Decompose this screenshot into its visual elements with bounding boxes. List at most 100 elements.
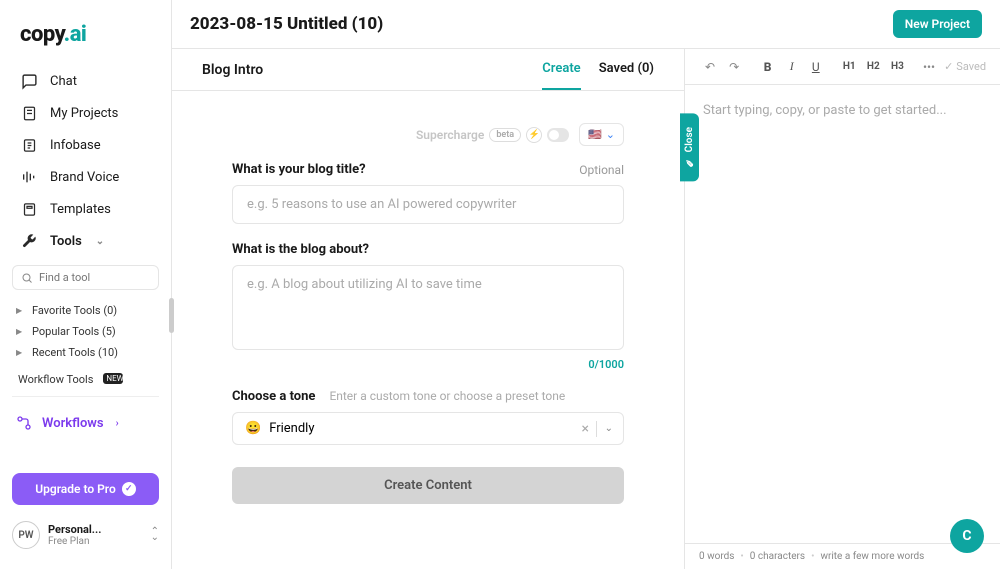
undo-button[interactable]: ↶ — [699, 55, 721, 79]
about-textarea[interactable] — [232, 265, 624, 350]
title-label: What is your blog title? Optional — [232, 162, 624, 177]
logo-suffix: .ai — [64, 22, 87, 47]
char-count: 0 characters — [750, 551, 805, 562]
primary-nav: Chat My Projects Infobase Brand Voice Te… — [0, 65, 171, 257]
tool-group-popular-label: Popular Tools (5) — [32, 325, 116, 338]
main: 2023-08-15 Untitled (10) New Project Blo… — [172, 0, 1000, 569]
sidebar: copy.ai Chat My Projects Infobase Brand … — [0, 0, 172, 569]
divider — [12, 396, 159, 397]
brandvoice-icon — [20, 168, 38, 186]
page-title: 2023-08-15 Untitled (10) — [190, 14, 383, 34]
about-label: What is the blog about? — [232, 242, 624, 257]
check-icon: ✓ — [944, 60, 953, 73]
chevron-down-icon: ⌄ — [96, 236, 104, 247]
chevron-down-icon: ⌄ — [606, 128, 615, 141]
tone-value: Friendly — [269, 421, 314, 436]
logo[interactable]: copy.ai — [0, 12, 171, 65]
nav-tools-label: Tools — [50, 234, 82, 249]
tool-tabs: Create Saved (0) — [542, 49, 654, 90]
tool-group-recent-label: Recent Tools (10) — [32, 346, 118, 359]
upgrade-label: Upgrade to Pro — [35, 482, 116, 496]
upgrade-button[interactable]: Upgrade to Pro ✓ — [12, 473, 159, 505]
tool-title: Blog Intro — [202, 62, 263, 78]
about-label-text: What is the blog about? — [232, 242, 369, 257]
nav-tools[interactable]: Tools ⌄ — [12, 225, 159, 257]
nav-projects[interactable]: My Projects — [12, 97, 159, 129]
saved-label: Saved — [956, 60, 986, 73]
nav-projects-label: My Projects — [50, 106, 118, 121]
tool-groups: ▶Favorite Tools (0) ▶ Popular Tools (5) ▶… — [0, 298, 171, 365]
nav-templates[interactable]: Templates — [12, 193, 159, 225]
logo-brand: copy — [20, 22, 64, 47]
footer-hint: write a few more words — [820, 551, 924, 562]
account-plan: Free Plan — [48, 536, 143, 547]
account-switcher[interactable]: PW Personal... Free Plan ⌃⌄ — [0, 513, 171, 557]
tools-icon — [20, 232, 38, 250]
tool-group-workflow-label: Workflow Tools — [18, 373, 93, 386]
tone-emoji: 😀 — [245, 421, 261, 436]
tool-group-popular[interactable]: ▶ Popular Tools (5) — [10, 321, 161, 342]
new-project-button[interactable]: New Project — [893, 10, 982, 38]
tool-group-recent[interactable]: ▶Recent Tools (10) — [10, 342, 161, 363]
editor-body[interactable]: Start typing, copy, or paste to get star… — [685, 85, 1000, 543]
nav-templates-label: Templates — [50, 202, 111, 217]
clear-tone-button[interactable]: × — [582, 421, 589, 437]
account-info: Personal... Free Plan — [48, 523, 143, 547]
h3-button[interactable]: H3 — [886, 55, 908, 79]
editor-toolbar: ↶ ↷ B I U H1 H2 H3 ••• ✓ Saved — [685, 49, 1000, 85]
templates-icon — [20, 200, 38, 218]
bold-button[interactable]: B — [757, 55, 779, 79]
title-input[interactable] — [232, 185, 624, 224]
topbar: 2023-08-15 Untitled (10) New Project — [172, 0, 1000, 49]
create-content-button[interactable]: Create Content — [232, 467, 624, 504]
tool-group-favorite[interactable]: ▶Favorite Tools (0) — [10, 300, 161, 321]
chevron-right-icon: ▶ — [16, 327, 24, 336]
chevron-right-icon: › — [116, 418, 119, 429]
word-count: 0 words — [699, 551, 734, 562]
chevron-right-icon: ▶ — [16, 306, 24, 315]
nav-chat[interactable]: Chat — [12, 65, 159, 97]
more-button[interactable]: ••• — [918, 55, 940, 79]
editor-footer: 0 words • 0 characters • write a few mor… — [685, 543, 1000, 569]
tool-panel: Blog Intro Create Saved (0) ✎ Close Supe… — [172, 49, 685, 569]
nav-brandvoice-label: Brand Voice — [50, 170, 119, 185]
dot-icon: • — [740, 551, 743, 562]
tone-row: Choose a tone Enter a custom tone or cho… — [232, 385, 624, 404]
editor-placeholder: Start typing, copy, or paste to get star… — [703, 103, 982, 118]
lightning-icon: ⚡ — [526, 127, 542, 143]
tool-group-workflow[interactable]: Workflow Tools NEW — [0, 365, 171, 386]
chat-fab[interactable]: C — [950, 519, 984, 553]
supercharge-label: Supercharge — [416, 128, 484, 142]
redo-button[interactable]: ↷ — [723, 55, 745, 79]
search-icon — [21, 272, 33, 284]
italic-button[interactable]: I — [781, 55, 803, 79]
workflows-icon — [16, 415, 32, 431]
chat-icon — [20, 72, 38, 90]
close-panel-button[interactable]: ✎ Close — [680, 113, 699, 181]
editor-panel: ↶ ↷ B I U H1 H2 H3 ••• ✓ Saved Start typ — [685, 49, 1000, 569]
language-selector[interactable]: 🇺🇸 ⌄ — [579, 123, 624, 146]
tone-select[interactable]: 😀 Friendly × ⌄ — [232, 412, 624, 445]
close-label: Close — [684, 127, 695, 152]
avatar: PW — [12, 521, 40, 549]
chevron-down-icon[interactable]: ⌄ — [605, 423, 613, 434]
supercharge-toggle[interactable]: Supercharge beta ⚡ — [416, 127, 569, 143]
h2-button[interactable]: H2 — [862, 55, 884, 79]
underline-button[interactable]: U — [805, 55, 827, 79]
nav-infobase[interactable]: Infobase — [12, 129, 159, 161]
content: Blog Intro Create Saved (0) ✎ Close Supe… — [172, 49, 1000, 569]
search-tool[interactable] — [12, 265, 159, 290]
nav-infobase-label: Infobase — [50, 138, 101, 153]
check-icon: ✓ — [122, 482, 136, 496]
tab-saved[interactable]: Saved (0) — [599, 49, 654, 90]
tab-create[interactable]: Create — [542, 49, 580, 90]
projects-icon — [20, 104, 38, 122]
flag-icon: 🇺🇸 — [588, 128, 602, 141]
nav-brandvoice[interactable]: Brand Voice — [12, 161, 159, 193]
search-input[interactable] — [39, 271, 150, 284]
h1-button[interactable]: H1 — [838, 55, 860, 79]
form-area: ✎ Close Supercharge beta ⚡ 🇺🇸 ⌄ — [172, 91, 684, 520]
nav-chat-label: Chat — [50, 74, 77, 89]
toggle-switch[interactable] — [547, 128, 569, 142]
nav-workflows[interactable]: Workflows › — [0, 407, 171, 439]
